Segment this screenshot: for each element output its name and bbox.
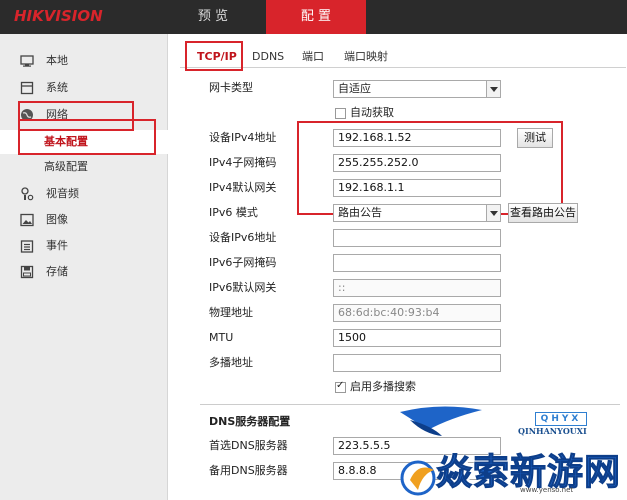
- sidebar-sub-advanced-config[interactable]: 高级配置: [0, 155, 168, 179]
- ipv6-gateway-label: IPv6默认网关: [209, 281, 277, 294]
- view-route-button[interactable]: 查看路由公告: [508, 203, 578, 223]
- sidebar-sub-label: 高级配置: [44, 160, 88, 173]
- sidebar-item-label: 本地: [46, 54, 68, 67]
- app-root: HIKVISION 预 览 配 置 本地 系统 网络 基本配置 高级配置 视音频: [0, 0, 627, 500]
- nic-type-value: 自适应: [338, 82, 371, 95]
- ipv6-mask-label: IPv6子网掩码: [209, 256, 277, 269]
- watermark-brand-sub: QINHANYOUXI: [518, 426, 587, 436]
- tab-divider: [180, 67, 626, 68]
- event-icon: [20, 240, 34, 253]
- ipv6-mask-field[interactable]: [333, 254, 501, 272]
- sidebar-item-event[interactable]: 事件: [0, 233, 168, 259]
- nic-type-label: 网卡类型: [209, 81, 253, 94]
- chevron-down-icon: [486, 81, 500, 97]
- ipv6-address-label: 设备IPv6地址: [209, 231, 277, 244]
- multicast-field[interactable]: [333, 354, 501, 372]
- image-icon: [20, 213, 34, 227]
- ipv6-mode-value: 路由公告: [338, 206, 382, 219]
- sidebar-item-label: 事件: [46, 239, 68, 252]
- mac-field: 68:6d:bc:40:93:b4: [333, 304, 501, 322]
- chevron-down-icon: [486, 205, 500, 221]
- highlight-box-ipv4: [297, 121, 563, 215]
- ipv6-mode-label: IPv6 模式: [209, 206, 258, 219]
- sidebar-item-label: 视音频: [46, 187, 79, 200]
- watermark-url: www.yenso.net: [520, 486, 574, 494]
- ipv6-gateway-field[interactable]: ::: [333, 279, 501, 297]
- highlight-box-basic-config: [18, 119, 156, 155]
- mac-label: 物理地址: [209, 306, 253, 319]
- ipv4-mask-label: IPv4子网掩码: [209, 156, 277, 169]
- system-icon: [20, 81, 34, 95]
- dns-secondary-label: 备用DNS服务器: [209, 464, 288, 477]
- storage-icon: [20, 265, 34, 279]
- sidebar-item-storage[interactable]: 存储: [0, 259, 168, 285]
- nic-type-select[interactable]: 自适应: [333, 80, 501, 98]
- ipv6-address-field[interactable]: [333, 229, 501, 247]
- nav-preview[interactable]: 预 览: [160, 0, 266, 34]
- video-audio-icon: [21, 187, 34, 201]
- sidebar-item-local[interactable]: 本地: [0, 48, 168, 74]
- monitor-icon: [20, 55, 34, 67]
- hikvision-logo: HIKVISION: [14, 7, 103, 25]
- ipv6-mode-select[interactable]: 路由公告: [333, 204, 501, 222]
- sidebar-item-video-audio[interactable]: 视音频: [0, 181, 168, 207]
- watermark-brand-box: QHYX: [535, 412, 587, 426]
- dns-primary-label: 首选DNS服务器: [209, 439, 288, 452]
- sidebar-item-label: 存储: [46, 265, 68, 278]
- auto-obtain-label: 自动获取: [350, 106, 394, 119]
- multicast-search-checkbox[interactable]: [335, 380, 346, 393]
- sidebar-item-system[interactable]: 系统: [0, 75, 168, 101]
- top-bar: HIKVISION 预 览 配 置: [0, 0, 627, 34]
- sidebar-item-label: 图像: [46, 213, 68, 226]
- auto-obtain-checkbox[interactable]: [335, 108, 346, 119]
- highlight-box-tcpip: [185, 41, 243, 71]
- sidebar-item-image[interactable]: 图像: [0, 207, 168, 233]
- multicast-search-label: 启用多播搜索: [350, 380, 416, 393]
- nav-config[interactable]: 配 置: [266, 0, 366, 34]
- ipv4-gateway-label: IPv4默认网关: [209, 181, 277, 194]
- dns-section-title: DNS服务器配置: [209, 415, 291, 428]
- ipv4-address-label: 设备IPv4地址: [209, 131, 277, 144]
- mtu-field[interactable]: 1500: [333, 329, 501, 347]
- sidebar-item-label: 系统: [46, 81, 68, 94]
- multicast-label: 多播地址: [209, 356, 253, 369]
- mtu-label: MTU: [209, 331, 234, 344]
